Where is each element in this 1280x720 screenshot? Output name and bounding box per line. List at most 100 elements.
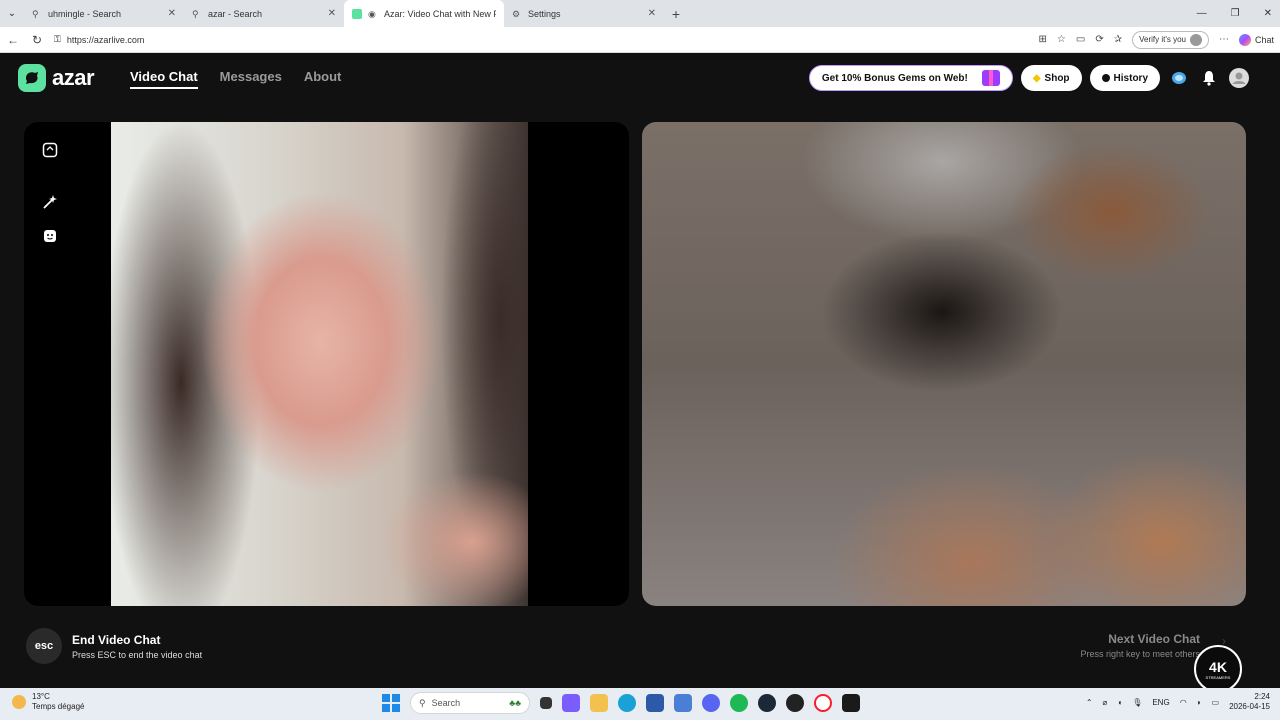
minimize-icon[interactable]: — <box>1197 8 1207 19</box>
watermark-sub: STREAMERS <box>1205 674 1231 680</box>
video-tools <box>40 140 60 246</box>
next-video-chat[interactable]: Next Video Chat Press right key to meet … <box>1080 632 1200 659</box>
opera-icon[interactable] <box>814 694 832 712</box>
main-nav: Video Chat Messages About <box>130 69 341 89</box>
weather-temp: 13°C <box>32 692 50 701</box>
more-icon[interactable]: ⋯ <box>1219 34 1229 45</box>
reload-icon[interactable]: ↻ <box>30 33 44 47</box>
next-chat-title: Next Video Chat <box>1108 632 1200 646</box>
remote-video-panel <box>642 122 1246 606</box>
new-tab-button[interactable]: + <box>664 6 688 22</box>
close-icon[interactable]: ✕ <box>1264 8 1272 19</box>
nav-video-chat[interactable]: Video Chat <box>130 69 198 89</box>
steam-icon[interactable] <box>758 694 776 712</box>
calculator-icon[interactable] <box>646 694 664 712</box>
favorites-icon[interactable]: ✰ <box>1114 34 1122 45</box>
weather-widget[interactable]: 13°C Temps dégagé <box>12 692 84 712</box>
notification-bell-icon[interactable] <box>1198 67 1220 89</box>
browser-tab-settings[interactable]: ⚙ Settings ✕ <box>504 0 664 27</box>
magic-wand-icon[interactable] <box>40 192 60 212</box>
clock-date: 2026-04-15 <box>1229 702 1270 711</box>
system-tray: ⌃ ⌀ ◖ 🎙 ENG ◠ ◗ ▭ 2:24 2026-04-15 <box>1086 692 1270 712</box>
discord-icon[interactable] <box>702 694 720 712</box>
local-video-panel <box>24 122 629 606</box>
watermark-text: 4K <box>1209 658 1227 675</box>
tab-list-dropdown[interactable]: ⌄ <box>0 0 24 27</box>
favorite-star-icon[interactable]: ☆ <box>1057 34 1066 45</box>
app-icon[interactable]: ⊞ <box>1039 34 1047 45</box>
tab-title: Azar: Video Chat with New Pe <box>384 8 496 19</box>
battery-icon[interactable]: ▭ <box>1212 698 1220 707</box>
mail-icon[interactable] <box>674 694 692 712</box>
volume-icon[interactable]: ◖ <box>1117 698 1122 707</box>
refresh-icon[interactable]: ⟳ <box>1095 34 1103 45</box>
watermark-badge: 4K STREAMERS <box>1194 645 1242 693</box>
local-video-feed <box>111 122 528 606</box>
esc-button[interactable]: esc <box>26 628 62 664</box>
profile-avatar <box>1189 33 1202 46</box>
search-icon: ⚲ <box>419 697 426 708</box>
chat-bubble-icon[interactable] <box>1168 67 1190 89</box>
azar-logo-icon <box>18 64 46 92</box>
logo-text: azar <box>52 65 95 90</box>
history-button[interactable]: History <box>1089 65 1160 91</box>
wifi-icon[interactable]: ◠ <box>1180 698 1187 707</box>
history-icon <box>1101 74 1110 82</box>
shop-button[interactable]: ◆ Shop <box>1020 65 1082 91</box>
file-explorer-icon[interactable] <box>590 694 608 712</box>
copilot-icon <box>1238 33 1251 46</box>
browser-tab-azar-video-chat[interactable]: ◉ Azar: Video Chat with New Pe <box>344 0 504 27</box>
tab-close-icon[interactable]: ✕ <box>168 8 176 19</box>
store-icon[interactable] <box>562 694 580 712</box>
task-view-icon[interactable] <box>540 697 552 709</box>
clock[interactable]: 2:24 2026-04-15 <box>1229 692 1270 712</box>
tab-close-icon[interactable]: ✕ <box>648 8 656 19</box>
end-chat-title: End Video Chat <box>72 632 161 647</box>
language-indicator[interactable]: ENG <box>1152 698 1169 707</box>
tab-close-icon[interactable]: ✕ <box>328 8 336 19</box>
weather-condition: Temps dégagé <box>32 702 85 711</box>
browser-tab-azar-search[interactable]: ⚲ azar - Search ✕ <box>184 0 344 27</box>
obs-icon[interactable] <box>786 694 804 712</box>
tab-title: uhmingle - Search <box>48 8 122 19</box>
search-icon: ⚲ <box>32 8 39 19</box>
profile-avatar-icon[interactable] <box>1228 67 1250 89</box>
back-icon[interactable]: ← <box>6 33 20 47</box>
mic-icon[interactable]: 🎙 <box>1132 698 1142 707</box>
moon-icon <box>12 695 26 709</box>
taskbar-apps: ⚲ Search ♣♣ <box>382 692 860 714</box>
network-icon[interactable]: ⌀ <box>1103 698 1108 707</box>
spotify-icon[interactable] <box>730 694 748 712</box>
end-chat-hint: Press ESC to end the video chat <box>72 649 203 660</box>
face-filter-icon[interactable] <box>40 226 60 246</box>
tab-title: Settings <box>528 8 561 19</box>
history-label: History <box>1113 72 1148 84</box>
nav-about[interactable]: About <box>304 69 342 89</box>
site-info-icon[interactable]: ⚿ <box>54 34 61 45</box>
end-video-chat[interactable]: esc End Video Chat Press ESC to end the … <box>26 628 202 664</box>
speaker-icon[interactable]: ◗ <box>1197 698 1202 707</box>
verify-button[interactable]: Verify it's you <box>1132 30 1209 49</box>
taskbar-search[interactable]: ⚲ Search ♣♣ <box>410 692 530 714</box>
nav-messages[interactable]: Messages <box>220 69 282 89</box>
maximize-icon[interactable]: ❐ <box>1231 8 1240 19</box>
copilot-button[interactable]: Chat <box>1238 33 1274 46</box>
edge-icon[interactable] <box>618 694 636 712</box>
video-icon[interactable]: ▭ <box>1076 34 1085 45</box>
tray-chevron-icon[interactable]: ⌃ <box>1086 698 1093 707</box>
windows-start-icon[interactable] <box>382 694 400 712</box>
gift-icon <box>981 70 1000 86</box>
next-chat-hint: Press right key to meet others <box>1080 649 1200 659</box>
url-text: https://azarlive.com <box>66 34 145 45</box>
url-field[interactable]: ⚿ https://azarlive.com <box>54 30 1029 50</box>
terminal-icon[interactable] <box>842 694 860 712</box>
trees-icon: ♣♣ <box>509 698 521 708</box>
windows-taskbar: 13°C Temps dégagé ⚲ Search ♣♣ ⌃ ⌀ ◖ 🎙 EN… <box>0 688 1280 720</box>
browser-tab-uhmingle[interactable]: ⚲ uhmingle - Search ✕ <box>24 0 184 27</box>
bonus-gems-button[interactable]: Get 10% Bonus Gems on Web! <box>808 65 1013 91</box>
azar-logo[interactable]: azar <box>18 64 95 92</box>
swap-camera-icon[interactable] <box>40 140 60 160</box>
window-controls: — ❐ ✕ <box>1197 0 1272 27</box>
browser-tabstrip: ⌄ ⚲ uhmingle - Search ✕ ⚲ azar - Search … <box>0 0 1280 27</box>
search-icon: ⚲ <box>192 8 199 19</box>
